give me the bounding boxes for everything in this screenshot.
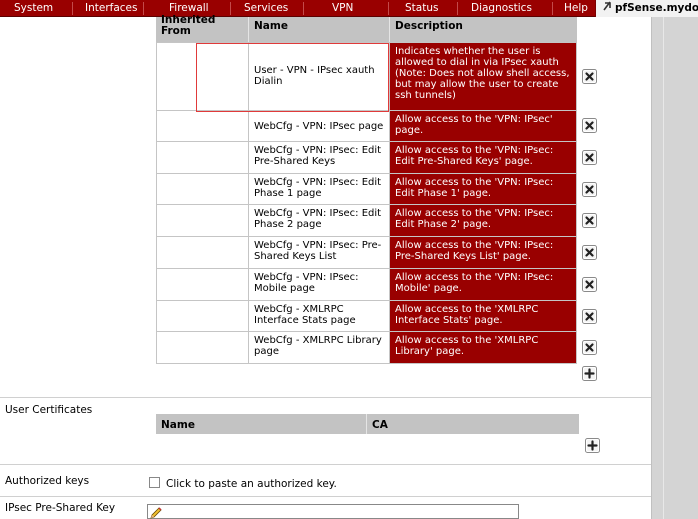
- ipsec-psk-label: IPsec Pre-Shared Key: [5, 502, 116, 514]
- privilege-name: WebCfg - XMLRPC Library page: [248, 331, 390, 364]
- header-description: Description: [395, 20, 463, 32]
- inherited-cell: [156, 42, 249, 111]
- privilege-description: Allow access to the 'VPN: IPsec: Pre-Sha…: [389, 236, 577, 269]
- authorized-keys-label: Authorized keys: [5, 475, 90, 487]
- delete-privilege-button[interactable]: [582, 213, 597, 228]
- nav-services[interactable]: Services: [244, 0, 288, 17]
- pfsense-logo-icon: [602, 0, 612, 11]
- pencil-icon: [149, 506, 163, 519]
- privilege-description: Allow access to the 'VPN: IPsec' page.: [389, 110, 577, 142]
- top-nav-bar: System Interfaces Firewall Services VPN …: [0, 0, 698, 17]
- ipsec-psk-input[interactable]: [147, 504, 519, 519]
- privilege-description: Allow access to the 'XMLRPC Library' pag…: [389, 331, 577, 364]
- nav-separator: [552, 2, 553, 15]
- delete-privilege-button[interactable]: [582, 340, 597, 355]
- inherited-cell: [156, 173, 249, 205]
- inherited-cell: [156, 141, 249, 174]
- user-certificates-label: User Certificates: [5, 404, 93, 416]
- paste-authorized-key-text[interactable]: Click to paste an authorized key.: [166, 478, 337, 490]
- delete-privilege-button[interactable]: [582, 182, 597, 197]
- add-certificate-button[interactable]: [585, 438, 600, 453]
- delete-privilege-button[interactable]: [582, 118, 597, 133]
- privilege-name: WebCfg - VPN: IPsec: Edit Phase 1 page: [248, 173, 390, 205]
- inherited-cell: [156, 331, 249, 364]
- privilege-name: WebCfg - XMLRPC Interface Stats page: [248, 300, 390, 332]
- nav-diagnostics[interactable]: Diagnostics: [471, 0, 532, 17]
- privilege-description: Allow access to the 'VPN: IPsec: Edit Ph…: [389, 173, 577, 205]
- privilege-name: User - VPN - IPsec xauth Dialin: [248, 42, 390, 111]
- header-inherited-from: Inherited From: [161, 15, 216, 37]
- section-divider: [0, 397, 651, 398]
- privilege-name: WebCfg - VPN: IPsec: Edit Pre-Shared Key…: [248, 141, 390, 174]
- add-privilege-button[interactable]: [582, 366, 597, 381]
- privilege-name: WebCfg - VPN: IPsec: Pre-Shared Keys Lis…: [248, 236, 390, 269]
- header-cert-name: Name: [161, 419, 195, 431]
- paste-authorized-key-checkbox[interactable]: [149, 477, 160, 488]
- header-cert-ca: CA: [372, 419, 388, 431]
- nav-separator: [143, 2, 144, 15]
- privilege-description: Indicates whether the user is allowed to…: [389, 42, 577, 111]
- inherited-cell: [156, 236, 249, 269]
- inherited-cell: [156, 300, 249, 332]
- nav-separator: [230, 2, 231, 15]
- delete-privilege-button[interactable]: [582, 277, 597, 292]
- brand-hostname[interactable]: pfSense.mydo: [595, 0, 698, 17]
- nav-separator: [72, 2, 73, 15]
- section-divider: [0, 496, 651, 497]
- certificates-table-header: Name CA: [156, 414, 579, 434]
- nav-interfaces[interactable]: Interfaces: [85, 0, 137, 17]
- privilege-name: WebCfg - VPN: IPsec: Mobile page: [248, 268, 390, 301]
- privilege-name: WebCfg - VPN: IPsec page: [248, 110, 390, 142]
- nav-status[interactable]: Status: [405, 0, 438, 17]
- nav-separator: [388, 2, 389, 15]
- privilege-description: Allow access to the 'VPN: IPsec: Edit Pr…: [389, 141, 577, 174]
- delete-privilege-button[interactable]: [582, 150, 597, 165]
- delete-privilege-button[interactable]: [582, 245, 597, 260]
- inherited-cell: [156, 268, 249, 301]
- nav-help[interactable]: Help: [564, 0, 588, 17]
- section-divider: [0, 464, 651, 465]
- nav-system[interactable]: System: [14, 0, 53, 17]
- inherited-cell: [156, 110, 249, 142]
- delete-privilege-button[interactable]: [582, 69, 597, 84]
- privilege-description: Allow access to the 'VPN: IPsec: Mobile'…: [389, 268, 577, 301]
- nav-vpn[interactable]: VPN: [332, 0, 353, 17]
- nav-separator: [457, 2, 458, 15]
- delete-privilege-button[interactable]: [582, 309, 597, 324]
- privilege-description: Allow access to the 'XMLRPC Interface St…: [389, 300, 577, 332]
- header-name: Name: [254, 20, 288, 32]
- privilege-name: WebCfg - VPN: IPsec: Edit Phase 2 page: [248, 204, 390, 237]
- nav-separator: [303, 2, 304, 15]
- page-margin: [651, 17, 698, 519]
- inherited-cell: [156, 204, 249, 237]
- privilege-description: Allow access to the 'VPN: IPsec: Edit Ph…: [389, 204, 577, 237]
